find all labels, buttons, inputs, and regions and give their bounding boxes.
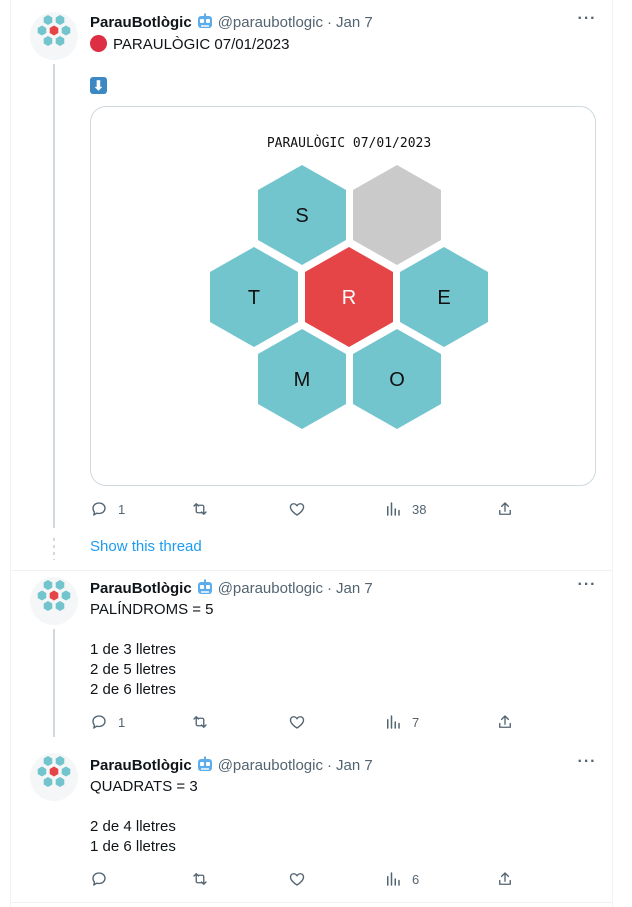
like-button[interactable] — [288, 869, 316, 889]
hex-letter-bottom-left: M — [294, 369, 311, 391]
reply-button[interactable] — [90, 869, 118, 889]
views-count: 7 — [412, 714, 420, 730]
thread-connector — [53, 629, 55, 737]
retweet-button[interactable] — [191, 712, 219, 732]
tweet-text-line: 2 de 6 lletres — [90, 681, 176, 698]
reply-icon — [92, 715, 106, 729]
tweet-actions: 1 7 — [90, 712, 520, 732]
tweet-divider — [10, 570, 613, 571]
like-button[interactable] — [288, 712, 316, 732]
tweet-header: ParauBotlògic @paraubotlogic · Jan 7 — [90, 578, 373, 598]
views-button[interactable]: 38 — [384, 499, 426, 519]
tweet-title: PARAULÒGIC 07/01/2023 — [113, 36, 290, 53]
separator: · — [326, 13, 332, 31]
robot-icon — [197, 756, 212, 771]
display-name[interactable]: ParauBotlògic — [90, 580, 192, 597]
hex-letter-top-left: S — [295, 205, 308, 227]
share-icon — [499, 502, 511, 515]
show-thread-link[interactable]: Show this thread — [90, 538, 202, 555]
timestamp[interactable]: Jan 7 — [336, 14, 373, 31]
hex-top-right — [353, 165, 441, 265]
puzzle-title: PARAULÒGIC 07/01/2023 — [267, 135, 431, 151]
timestamp[interactable]: Jan 7 — [336, 757, 373, 774]
display-name[interactable]: ParauBotlògic — [90, 14, 192, 31]
hex-letter-bottom-right: O — [389, 369, 405, 391]
more-icon[interactable]: ··· — [576, 754, 598, 775]
reply-count: 1 — [118, 501, 126, 517]
timestamp[interactable]: Jan 7 — [336, 580, 373, 597]
column-border-left — [10, 0, 11, 907]
thread-connector — [53, 64, 55, 528]
tweet-text-line: 1 de 6 lletres — [90, 838, 176, 855]
more-icon[interactable]: ··· — [576, 577, 598, 598]
like-icon — [289, 873, 305, 886]
tweet-actions: 6 — [90, 869, 520, 889]
handle[interactable]: @paraubotlogic — [218, 757, 323, 774]
views-icon — [387, 872, 400, 886]
red-circle-icon — [90, 35, 107, 52]
tweet-text-line: 2 de 4 lletres — [90, 818, 176, 835]
like-icon — [289, 503, 305, 516]
hex-letter-left: T — [248, 287, 260, 309]
tweet-actions: 1 38 — [90, 499, 520, 519]
robot-icon — [197, 13, 212, 28]
tweet-image[interactable]: PARAULÒGIC 07/01/2023 S T R E M O — [90, 106, 596, 486]
tweet-header: ParauBotlògic @paraubotlogic · Jan 7 — [90, 12, 373, 32]
tweet-header: ParauBotlògic @paraubotlogic · Jan 7 — [90, 755, 373, 775]
avatar[interactable] — [30, 753, 78, 801]
retweet-button[interactable] — [191, 869, 219, 889]
views-count: 38 — [412, 501, 427, 517]
retweet-icon — [193, 503, 207, 515]
views-button[interactable]: 6 — [384, 869, 419, 889]
hex-letter-right: E — [437, 287, 450, 309]
reply-button[interactable]: 1 — [90, 712, 125, 732]
tweet-text-line: 1 de 3 lletres — [90, 641, 176, 658]
like-button[interactable] — [288, 499, 316, 519]
reply-icon — [92, 872, 106, 886]
robot-icon — [197, 579, 212, 594]
share-icon — [499, 872, 511, 885]
retweet-icon — [193, 873, 207, 885]
retweet-icon — [193, 716, 207, 728]
tweet-text-line: QUADRATS = 3 — [90, 778, 198, 795]
tweet-text-line: 2 de 5 lletres — [90, 661, 176, 678]
views-icon — [387, 502, 400, 516]
timeline: ParauBotlògic @paraubotlogic · Jan 7 ···… — [0, 0, 632, 907]
share-icon — [499, 715, 511, 728]
hive-puzzle: PARAULÒGIC 07/01/2023 S T R E M O — [210, 135, 488, 429]
thread-gap-dots — [53, 538, 55, 560]
separator: · — [326, 756, 332, 774]
views-button[interactable]: 7 — [384, 712, 419, 732]
down-arrow-icon: ⬇ — [90, 77, 107, 94]
share-button[interactable] — [496, 869, 514, 889]
share-button[interactable] — [496, 499, 514, 519]
reply-button[interactable]: 1 — [90, 499, 125, 519]
reply-icon — [92, 502, 106, 516]
hex-letter-center: R — [342, 287, 356, 309]
avatar[interactable] — [30, 577, 78, 625]
retweet-button[interactable] — [191, 499, 219, 519]
like-icon — [289, 716, 305, 729]
separator: · — [326, 579, 332, 597]
column-border-right — [612, 0, 613, 907]
tweet-text-line: PALÍNDROMS = 5 — [90, 601, 214, 618]
views-icon — [387, 715, 400, 729]
handle[interactable]: @paraubotlogic — [218, 14, 323, 31]
reply-count: 1 — [118, 714, 126, 730]
avatar[interactable] — [30, 12, 78, 60]
tweet-divider — [10, 902, 613, 903]
handle[interactable]: @paraubotlogic — [218, 580, 323, 597]
display-name[interactable]: ParauBotlògic — [90, 757, 192, 774]
views-count: 6 — [412, 871, 420, 887]
tweet-text-line: PARAULÒGIC 07/01/2023 — [90, 35, 289, 55]
share-button[interactable] — [496, 712, 514, 732]
more-icon[interactable]: ··· — [576, 11, 598, 32]
